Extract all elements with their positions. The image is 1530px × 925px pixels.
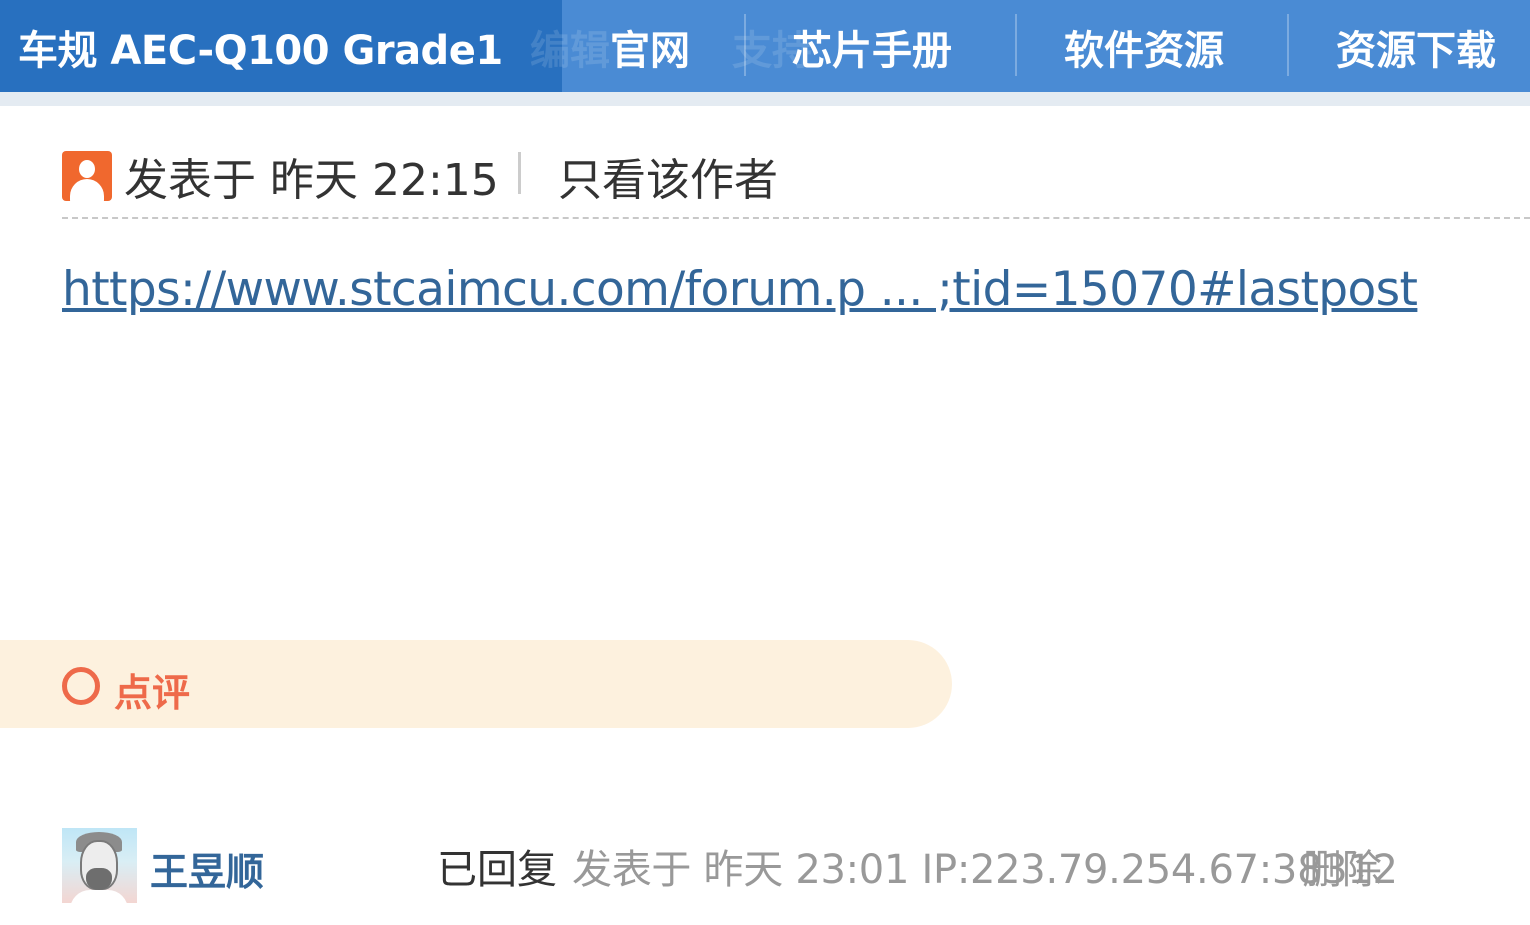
nav-separator <box>1015 14 1017 76</box>
top-nav-shadow <box>0 92 1530 106</box>
nav-item-resource-download[interactable]: 资源下载 <box>1336 18 1496 76</box>
reply-user-avatar[interactable] <box>62 828 137 903</box>
reply-status: 已回复 <box>437 847 557 893</box>
comment-section-title: 点评 <box>114 671 191 715</box>
reply-username[interactable]: 王昱顺 <box>150 841 264 896</box>
post-header-divider <box>62 217 1530 219</box>
ghost-nav-text-left: 编辑 <box>530 28 610 74</box>
nav-separator <box>1287 14 1289 76</box>
nav-item-software-resources[interactable]: 软件资源 <box>1064 18 1224 76</box>
post-body-link[interactable]: https://www.stcaimcu.com/forum.p ... ;ti… <box>62 262 1418 317</box>
nav-separator <box>744 14 746 76</box>
meta-divider <box>518 152 521 194</box>
delete-reply-link[interactable]: 删除 <box>1302 837 1382 895</box>
nav-item-official-site[interactable]: 官网 <box>610 18 690 76</box>
nav-item-chip-manual[interactable]: 芯片手册 <box>792 18 952 76</box>
site-title[interactable]: 车规 AEC-Q100 Grade1 <box>18 18 503 76</box>
reply-timestamp-ip: 发表于 昨天 23:01 IP:223.79.254.67:38312 <box>572 847 1398 893</box>
only-author-link[interactable]: 只看该作者 <box>558 144 778 208</box>
comment-circle-icon <box>62 667 100 705</box>
user-avatar-icon <box>62 151 112 201</box>
post-timestamp: 发表于 昨天 22:15 <box>124 155 499 206</box>
